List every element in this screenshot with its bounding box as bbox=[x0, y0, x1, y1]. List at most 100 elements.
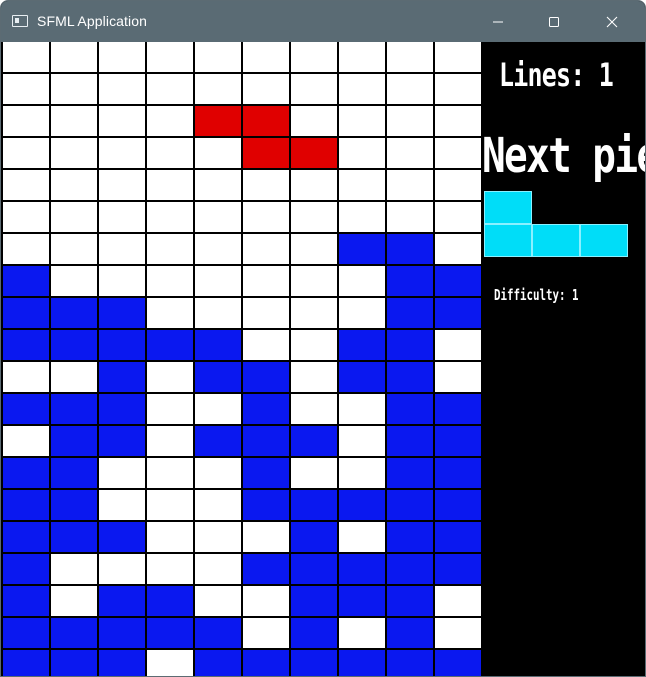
tetris-board[interactable] bbox=[3, 42, 484, 676]
settled-block bbox=[291, 426, 337, 456]
empty-cell bbox=[99, 554, 145, 584]
settled-block bbox=[3, 458, 49, 488]
settled-block bbox=[3, 266, 49, 296]
empty-cell bbox=[387, 138, 433, 168]
settled-block bbox=[99, 330, 145, 360]
empty-cell bbox=[195, 298, 241, 328]
empty-cell bbox=[243, 202, 289, 232]
settled-block bbox=[99, 362, 145, 392]
empty-cell bbox=[435, 202, 481, 232]
empty-cell bbox=[51, 554, 97, 584]
empty-cell bbox=[291, 202, 337, 232]
settled-block bbox=[99, 650, 145, 676]
settled-block bbox=[387, 650, 433, 676]
empty-cell bbox=[147, 266, 193, 296]
settled-block bbox=[435, 458, 481, 488]
settled-block bbox=[291, 490, 337, 520]
empty-cell bbox=[147, 106, 193, 136]
empty-cell bbox=[147, 74, 193, 104]
active-piece-block bbox=[195, 106, 241, 136]
empty-cell bbox=[291, 74, 337, 104]
settled-block bbox=[387, 458, 433, 488]
empty-cell bbox=[387, 74, 433, 104]
settled-block bbox=[387, 426, 433, 456]
empty-cell bbox=[147, 362, 193, 392]
empty-cell bbox=[339, 42, 385, 72]
settled-block bbox=[387, 330, 433, 360]
empty-cell bbox=[243, 618, 289, 648]
settled-block bbox=[435, 522, 481, 552]
empty-cell bbox=[195, 394, 241, 424]
empty-cell bbox=[339, 426, 385, 456]
settled-block bbox=[243, 394, 289, 424]
empty-cell bbox=[147, 170, 193, 200]
empty-cell bbox=[435, 234, 481, 264]
settled-block bbox=[243, 554, 289, 584]
empty-cell bbox=[291, 298, 337, 328]
empty-cell bbox=[147, 522, 193, 552]
empty-cell bbox=[243, 330, 289, 360]
settled-block bbox=[3, 490, 49, 520]
settled-block bbox=[435, 266, 481, 296]
empty-cell bbox=[291, 266, 337, 296]
empty-cell bbox=[243, 522, 289, 552]
empty-cell bbox=[51, 106, 97, 136]
settled-block bbox=[99, 298, 145, 328]
empty-cell bbox=[435, 586, 481, 616]
settled-block bbox=[291, 586, 337, 616]
empty-cell bbox=[99, 42, 145, 72]
empty-cell bbox=[339, 106, 385, 136]
settled-block bbox=[195, 426, 241, 456]
settled-block bbox=[435, 394, 481, 424]
settled-block bbox=[243, 490, 289, 520]
settled-block bbox=[51, 394, 97, 424]
empty-cell bbox=[339, 138, 385, 168]
empty-cell bbox=[243, 586, 289, 616]
settled-block bbox=[99, 426, 145, 456]
side-panel: Lines: 1 Next piece Difficulty: 1 bbox=[484, 42, 645, 676]
settled-block bbox=[387, 618, 433, 648]
settled-block bbox=[387, 362, 433, 392]
empty-cell bbox=[387, 170, 433, 200]
close-icon bbox=[606, 16, 618, 27]
minimize-button[interactable] bbox=[475, 1, 521, 42]
settled-block bbox=[387, 586, 433, 616]
empty-cell bbox=[387, 202, 433, 232]
empty-cell bbox=[3, 106, 49, 136]
settled-block bbox=[387, 298, 433, 328]
title-bar[interactable]: SFML Application bbox=[1, 1, 645, 42]
empty-cell bbox=[435, 330, 481, 360]
app-window-icon bbox=[12, 15, 28, 27]
empty-cell bbox=[51, 138, 97, 168]
empty-cell bbox=[243, 298, 289, 328]
settled-block bbox=[51, 522, 97, 552]
empty-cell bbox=[195, 202, 241, 232]
empty-cell bbox=[3, 426, 49, 456]
settled-block bbox=[195, 618, 241, 648]
settled-block bbox=[243, 426, 289, 456]
next-piece-block bbox=[580, 224, 628, 257]
empty-cell bbox=[291, 362, 337, 392]
settled-block bbox=[435, 426, 481, 456]
empty-cell bbox=[99, 266, 145, 296]
settled-block bbox=[339, 330, 385, 360]
empty-cell bbox=[291, 234, 337, 264]
empty-cell bbox=[99, 458, 145, 488]
empty-cell bbox=[435, 74, 481, 104]
settled-block bbox=[387, 266, 433, 296]
active-piece-block bbox=[243, 138, 289, 168]
empty-cell bbox=[291, 394, 337, 424]
settled-block bbox=[291, 618, 337, 648]
empty-cell bbox=[195, 586, 241, 616]
difficulty-label: Difficulty: 1 bbox=[494, 286, 579, 304]
settled-block bbox=[387, 522, 433, 552]
empty-cell bbox=[51, 74, 97, 104]
close-button[interactable] bbox=[589, 1, 635, 42]
maximize-button[interactable] bbox=[531, 1, 577, 42]
settled-block bbox=[243, 362, 289, 392]
empty-cell bbox=[147, 138, 193, 168]
empty-cell bbox=[195, 170, 241, 200]
empty-cell bbox=[243, 74, 289, 104]
empty-cell bbox=[147, 426, 193, 456]
empty-cell bbox=[147, 202, 193, 232]
